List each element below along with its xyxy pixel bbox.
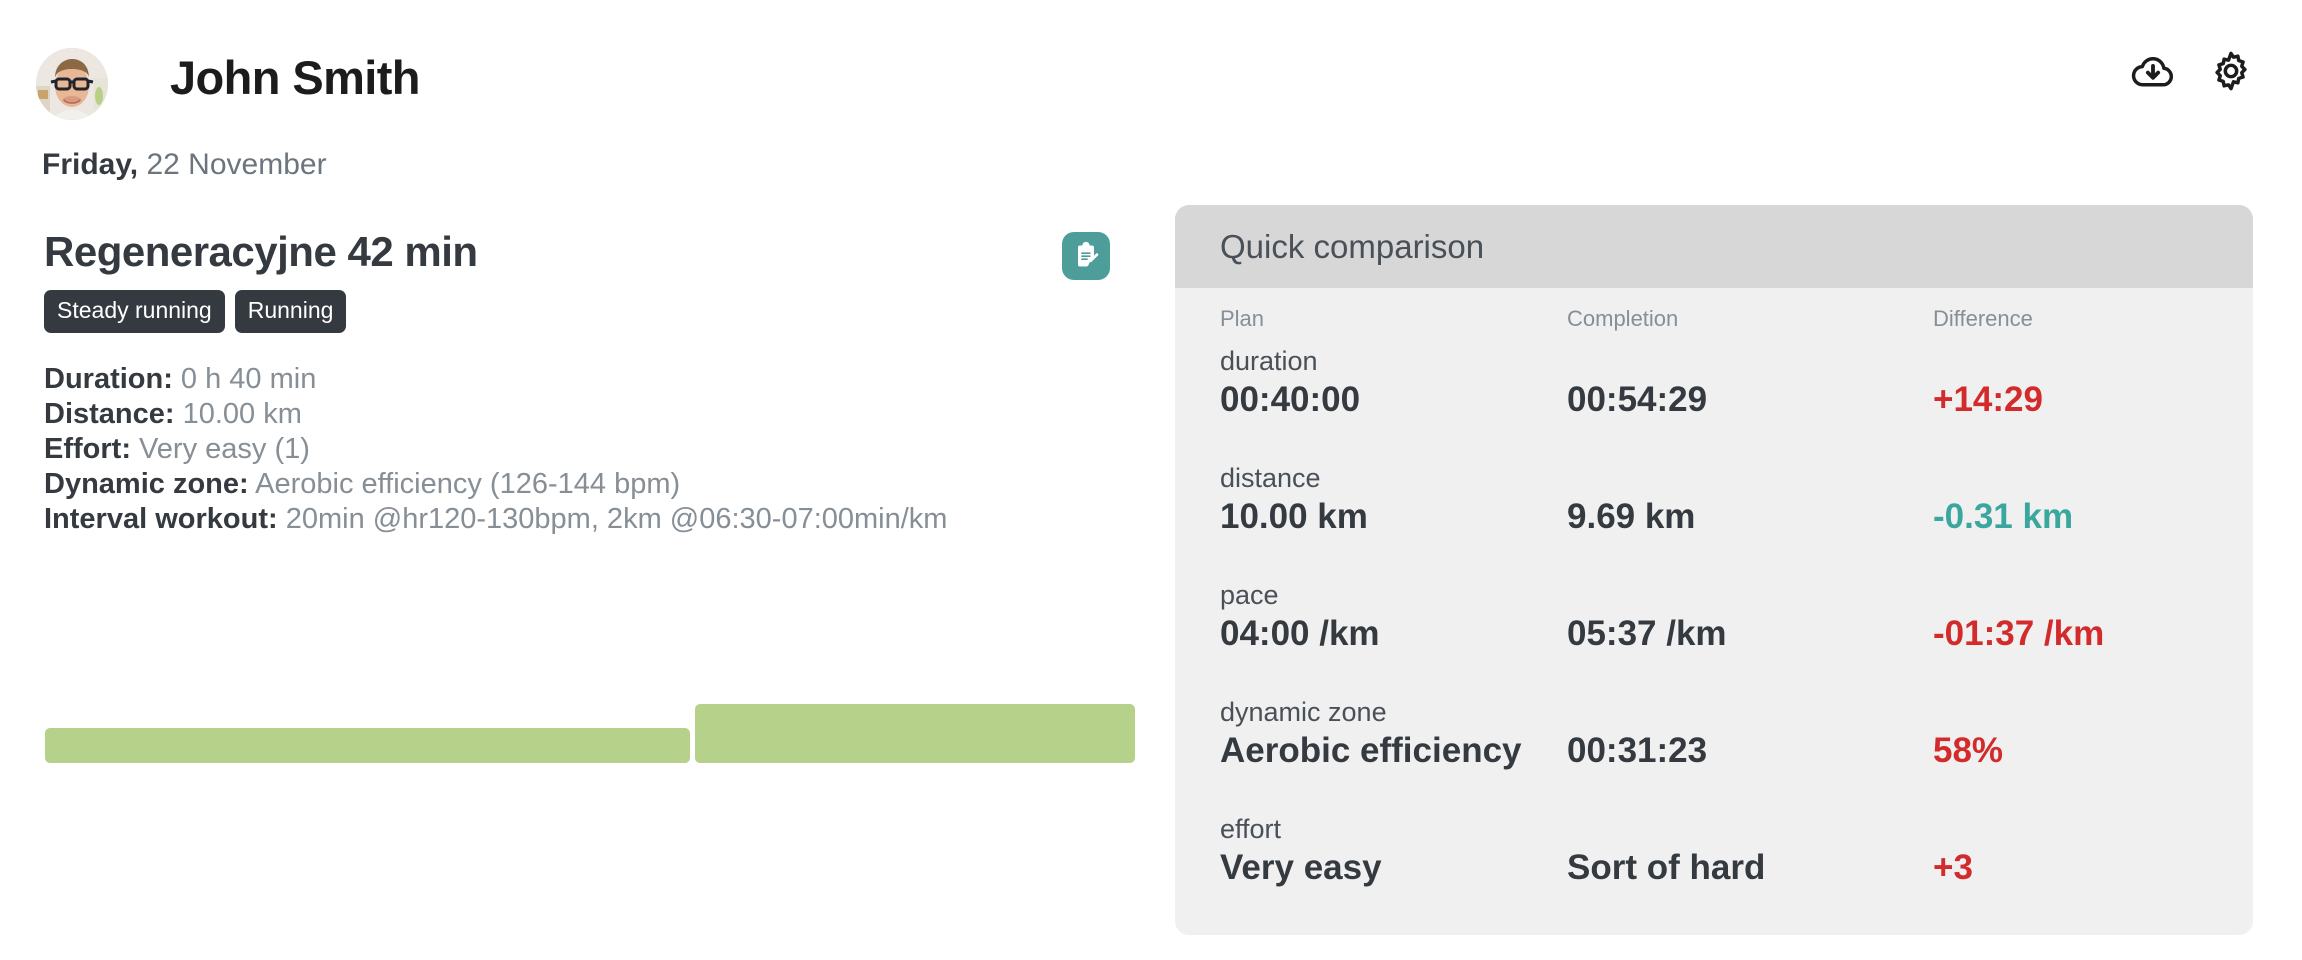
row-plan-value: 04:00 /km [1220,614,1380,654]
workout-summary-page: John Smith Friday, 22 November Regener [0,0,2302,960]
page-header: John Smith Friday, 22 November [0,0,2302,200]
interval-bar[interactable] [45,728,690,763]
panel-header: Quick comparison [1175,205,2253,288]
clipboard-pencil-icon [1071,241,1101,271]
row-completion-value: 05:37 /km [1567,614,1727,654]
date-day-month: 22 November [138,148,326,181]
row-completion-value: 9.69 km [1567,497,1695,537]
row-plan-value: 10.00 km [1220,497,1368,537]
avatar-photo [36,48,108,120]
row-completion-value: 00:31:23 [1567,731,1707,771]
date-weekday: Friday, [42,148,138,181]
avatar[interactable] [36,48,108,120]
row-difference-value: 58% [1933,731,2003,771]
row-label: duration [1220,346,1318,377]
row-difference-value: +3 [1933,848,1973,888]
column-header-completion: Completion [1567,306,1678,332]
cloud-download-icon [2131,49,2175,93]
table-row: distance 10.00 km 9.69 km -0.31 km [1175,463,2253,580]
row-difference-value: -01:37 /km [1933,614,2104,654]
row-plan-value: 00:40:00 [1220,380,1360,420]
row-difference-value: +14:29 [1933,380,2043,420]
table-row: duration 00:40:00 00:54:29 +14:29 [1175,346,2253,463]
interval-bar[interactable] [695,704,1135,763]
comparison-column-headers: Plan Completion Difference [1175,288,2253,346]
header-actions [2130,48,2254,94]
comparison-rows: duration 00:40:00 00:54:29 +14:29 distan… [1175,346,2253,931]
row-difference-value: -0.31 km [1933,497,2073,537]
interval-bar-chart [0,200,1160,960]
row-plan-value: Aerobic efficiency [1220,731,1522,771]
gear-icon [2209,49,2253,93]
row-label: effort [1220,814,1281,845]
settings-button[interactable] [2208,48,2254,94]
row-completion-value: Sort of hard [1567,848,1765,888]
table-row: pace 04:00 /km 05:37 /km -01:37 /km [1175,580,2253,697]
row-label: pace [1220,580,1279,611]
user-name: John Smith [170,50,420,105]
row-completion-value: 00:54:29 [1567,380,1707,420]
table-row: effort Very easy Sort of hard +3 [1175,814,2253,931]
column-header-difference: Difference [1933,306,2033,332]
table-row: dynamic zone Aerobic efficiency 00:31:23… [1175,697,2253,814]
quick-comparison-panel: Quick comparison Plan Completion Differe… [1175,205,2253,935]
panel-title: Quick comparison [1220,228,1484,266]
cloud-download-button[interactable] [2130,48,2176,94]
date-line: Friday, 22 November [42,148,327,182]
row-label: dynamic zone [1220,697,1387,728]
edit-workout-button[interactable] [1062,232,1110,280]
column-header-plan: Plan [1220,306,1264,332]
workout-details-column: Regeneracyjne 42 min Steady running Runn… [0,200,1160,960]
row-plan-value: Very easy [1220,848,1382,888]
row-label: distance [1220,463,1321,494]
